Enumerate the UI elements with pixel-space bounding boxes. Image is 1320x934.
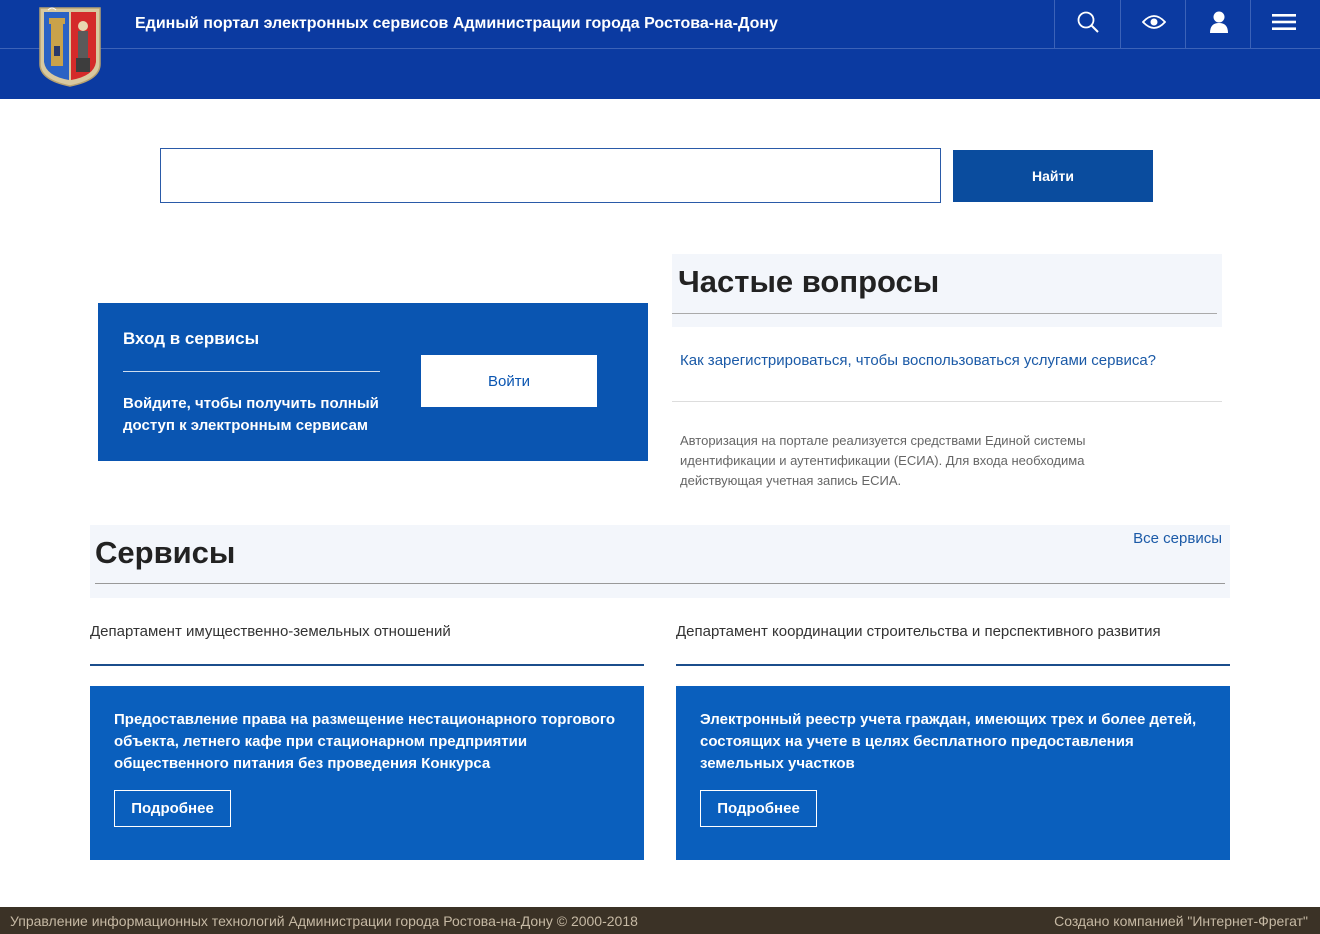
faq-question-link[interactable]: Как зарегистрироваться, чтобы воспользов…: [680, 352, 1156, 369]
login-description: Войдите, чтобы получить полный доступ к …: [123, 395, 379, 434]
faq-header: Частые вопросы: [672, 254, 1222, 327]
header-divider: [0, 48, 1320, 49]
search-button[interactable]: [1054, 0, 1120, 48]
search-icon: [1076, 10, 1100, 39]
user-icon: [1209, 10, 1229, 39]
user-button[interactable]: [1185, 0, 1251, 48]
service-details-button[interactable]: Подробнее: [700, 790, 817, 827]
services-header: Сервисы Все сервисы: [90, 525, 1230, 598]
site-footer: Управление информационных технологий Адм…: [0, 907, 1320, 934]
service-details-button[interactable]: Подробнее: [114, 790, 231, 827]
accessibility-button[interactable]: [1120, 0, 1186, 48]
faq-title: Частые вопросы: [678, 264, 940, 299]
search-input[interactable]: [160, 148, 941, 203]
footer-copyright: Управление информационных технологий Адм…: [10, 913, 638, 929]
login-divider: [123, 371, 380, 372]
city-coat-of-arms-logo[interactable]: [38, 6, 102, 88]
service-card-text: Предоставление права на размещение неста…: [114, 711, 616, 772]
eye-icon: [1141, 14, 1166, 35]
menu-icon: [1271, 13, 1296, 36]
menu-button[interactable]: [1250, 0, 1316, 48]
site-header: Единый портал электронных сервисов Админ…: [0, 0, 1320, 99]
service-card: Электронный реестр учета граждан, имеющи…: [676, 686, 1230, 860]
service-card: Предоставление права на размещение неста…: [90, 686, 644, 860]
service-card-text: Электронный реестр учета граждан, имеющи…: [700, 711, 1197, 772]
faq-divider: [672, 313, 1217, 314]
portal-title: Единый портал электронных сервисов Админ…: [135, 15, 778, 32]
department-divider: [676, 664, 1230, 666]
services-divider: [95, 583, 1225, 584]
search-submit-button[interactable]: Найти: [953, 150, 1153, 202]
department-title: Департамент имущественно-земельных отнош…: [90, 623, 451, 640]
login-panel: Вход в сервисы Войдите, чтобы получить п…: [98, 303, 648, 461]
department-title: Департамент координации строительства и …: [676, 623, 1161, 640]
services-title: Сервисы: [95, 535, 236, 570]
login-title: Вход в сервисы: [123, 329, 260, 348]
footer-credits: Создано компанией "Интернет-Фрегат": [1054, 913, 1308, 929]
department-divider: [90, 664, 644, 666]
login-button[interactable]: Войти: [421, 355, 597, 407]
all-services-link[interactable]: Все сервисы: [1133, 530, 1222, 547]
faq-separator: [672, 401, 1222, 402]
faq-answer: Авторизация на портале реализуется средс…: [680, 433, 1086, 488]
